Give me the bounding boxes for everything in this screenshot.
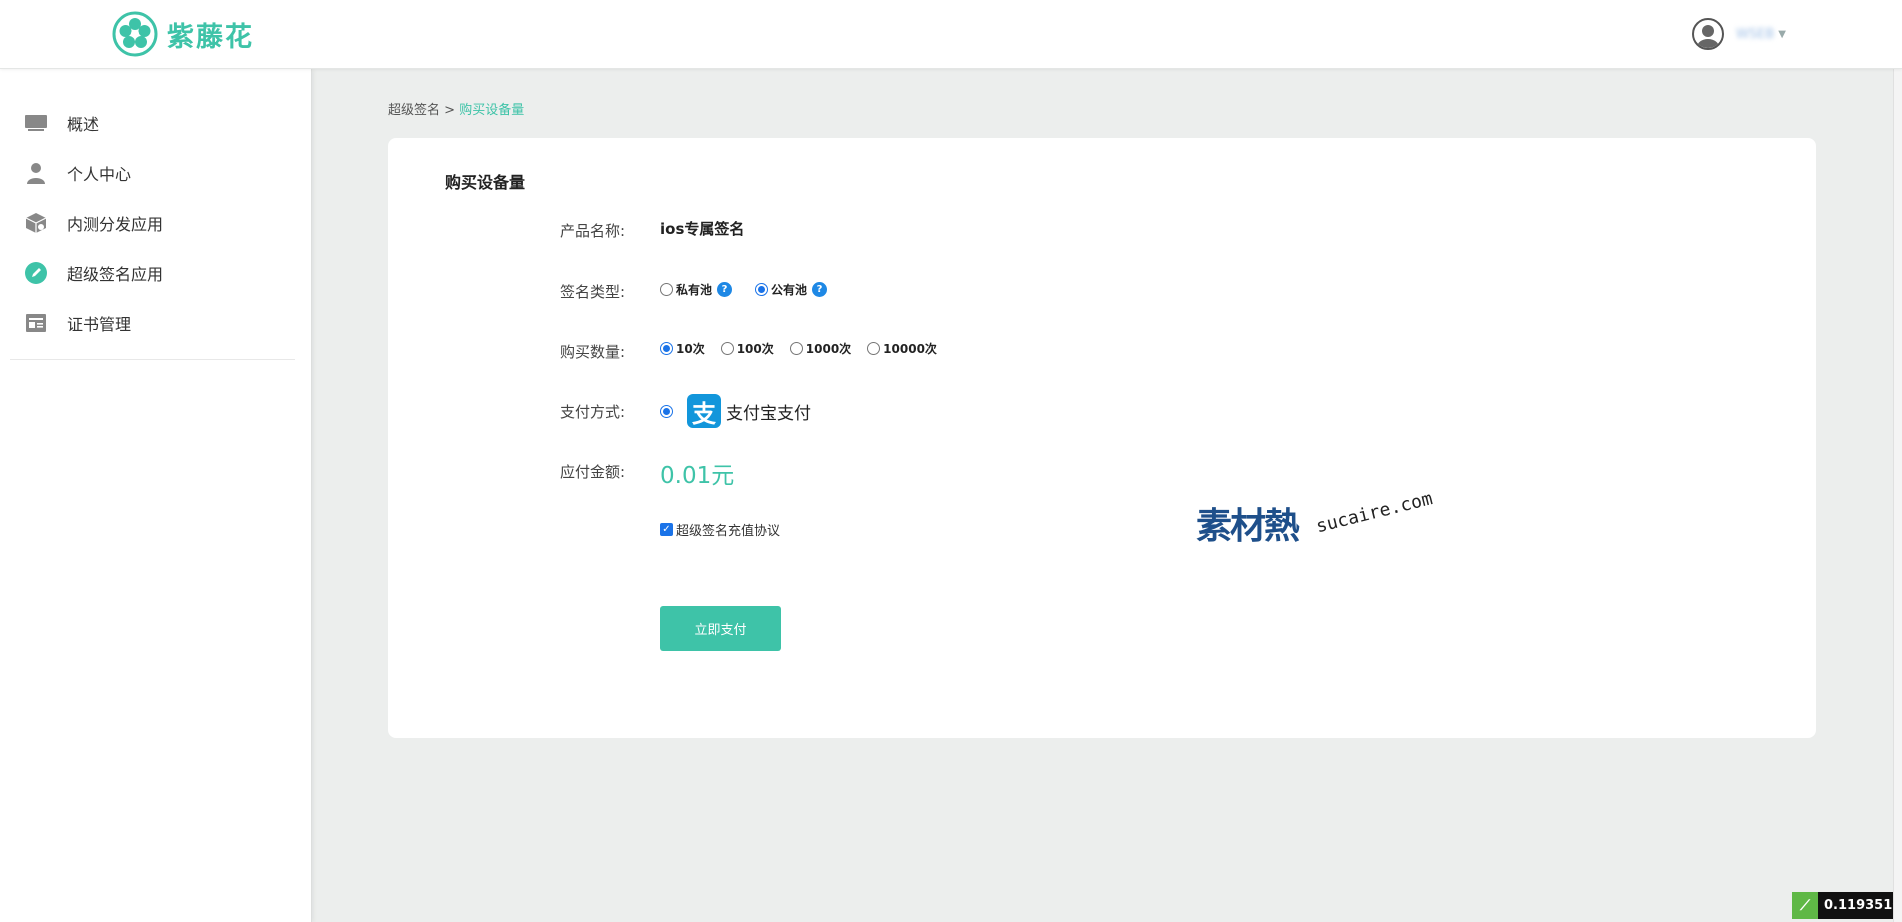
user-menu[interactable]: WSEB ▼ — [1692, 18, 1786, 50]
watermark-en: sucaire.com — [1314, 488, 1435, 538]
pen-icon — [24, 261, 48, 285]
quantity-label-1000: 1000次 — [805, 342, 852, 356]
payment-method-label: 支付方式: — [560, 403, 626, 421]
timer-value: 0.119351s — [1824, 898, 1900, 913]
watermark-cn-text: 素材熱 — [1196, 506, 1300, 547]
certificate-icon — [24, 311, 48, 335]
amount-value: 0.01元 — [660, 463, 735, 489]
amount-label: 应付金额: — [560, 463, 626, 481]
payment-method-option[interactable]: 支 支付宝支付 — [660, 394, 811, 428]
amount-value-wrap: 0.01元 — [660, 456, 734, 490]
payment-method-name: 支付宝支付 — [726, 403, 811, 424]
quantity-option-10[interactable]: 10次 — [660, 340, 705, 357]
avatar[interactable] — [1692, 18, 1724, 50]
sign-type-private-option[interactable]: 私有池 ? — [660, 281, 733, 298]
sidebar-divider — [10, 359, 295, 360]
leaf-icon: ⟋ — [1792, 892, 1818, 919]
brand-logo[interactable]: 紫藤花 — [111, 10, 254, 58]
monitor-icon — [24, 111, 48, 135]
quantity-option-10000[interactable]: 10000次 — [867, 340, 937, 357]
chevron-down-icon: ▼ — [1778, 28, 1786, 40]
flower-logo-icon — [112, 11, 158, 57]
sidebar-item-label: 个人中心 — [67, 165, 132, 184]
sidebar-item-label: 超级签名应用 — [67, 265, 164, 284]
sidebar-item-beta-apps[interactable]: 内测分发应用 — [24, 208, 163, 238]
agreement-link[interactable]: 超级签名充值协议 — [676, 520, 780, 539]
product-name-value: ios专属签名 — [660, 220, 745, 238]
breadcrumb-current: 购买设备量 — [459, 103, 525, 118]
breadcrumb: 超级签名 > 购买设备量 — [388, 99, 524, 118]
quantity-radio-100[interactable] — [720, 342, 734, 355]
quantity-label-10000: 10000次 — [883, 342, 937, 356]
sign-type-public-radio[interactable] — [755, 283, 769, 296]
product-name-label: 产品名称: — [560, 222, 626, 240]
sidebar-item-super-sign[interactable]: 超级签名应用 — [24, 258, 163, 288]
help-icon[interactable]: ? — [812, 282, 828, 297]
sign-type-label: 签名类型: — [560, 283, 626, 301]
quantity-label-100: 100次 — [736, 342, 774, 356]
sign-type-options: 私有池 ? 公有池 ? — [660, 281, 828, 298]
breadcrumb-separator: > — [444, 103, 456, 118]
sidebar: 概述 个人中心 内测分发应用 超级签名应用 证书管理 — [0, 69, 312, 922]
agreement-option[interactable]: ✓ 超级签名充值协议 — [660, 520, 780, 539]
payment-alipay-radio[interactable] — [660, 404, 673, 418]
sidebar-item-label: 证书管理 — [67, 315, 132, 334]
top-header: 紫藤花 WSEB ▼ — [0, 0, 1902, 69]
sidebar-item-profile[interactable]: 个人中心 — [24, 158, 131, 188]
package-icon — [24, 211, 48, 235]
watermark-cn: 素材熱 — [1196, 497, 1300, 549]
quantity-radio-1000[interactable] — [789, 342, 803, 355]
agreement-checkbox[interactable]: ✓ — [660, 523, 673, 536]
quantity-label-10: 10次 — [676, 342, 705, 356]
brand-name: 紫藤花 — [167, 21, 254, 53]
sign-type-public-label: 公有池 — [771, 283, 808, 297]
quantity-option-100[interactable]: 100次 — [720, 340, 774, 357]
quantity-radio-10000[interactable] — [867, 342, 881, 355]
debug-timer-badge: ⟋ 0.119351s — [1792, 892, 1902, 919]
sidebar-item-label: 概述 — [67, 115, 100, 134]
watermark: 素材熱 sucaire.com — [1196, 487, 1446, 567]
sidebar-item-overview[interactable]: 概述 — [24, 108, 99, 138]
alipay-icon: 支 — [687, 394, 721, 428]
person-icon — [24, 161, 48, 185]
help-icon[interactable]: ? — [717, 282, 733, 297]
quantity-label: 购买数量: — [560, 343, 626, 361]
page-title: 购买设备量 — [445, 173, 526, 192]
purchase-card: 购买设备量 产品名称: ios专属签名 签名类型: 私有池 ? 公有池 ? 购买… — [388, 138, 1816, 738]
username: WSEB — [1736, 26, 1775, 42]
sign-type-private-label: 私有池 — [676, 283, 713, 297]
page-scrollbar[interactable] — [1893, 0, 1902, 922]
sidebar-item-certificates[interactable]: 证书管理 — [24, 308, 131, 338]
quantity-options: 10次 100次 1000次 10000次 — [660, 340, 937, 357]
quantity-radio-10[interactable] — [660, 342, 673, 355]
product-name-value-wrap: ios专属签名 — [660, 218, 744, 239]
pay-now-button[interactable]: 立即支付 — [660, 606, 781, 651]
breadcrumb-parent[interactable]: 超级签名 — [388, 103, 440, 118]
sidebar-item-label: 内测分发应用 — [67, 215, 164, 234]
sign-type-public-option[interactable]: 公有池 ? — [755, 281, 828, 298]
sign-type-private-radio[interactable] — [660, 283, 673, 296]
quantity-option-1000[interactable]: 1000次 — [789, 340, 852, 357]
